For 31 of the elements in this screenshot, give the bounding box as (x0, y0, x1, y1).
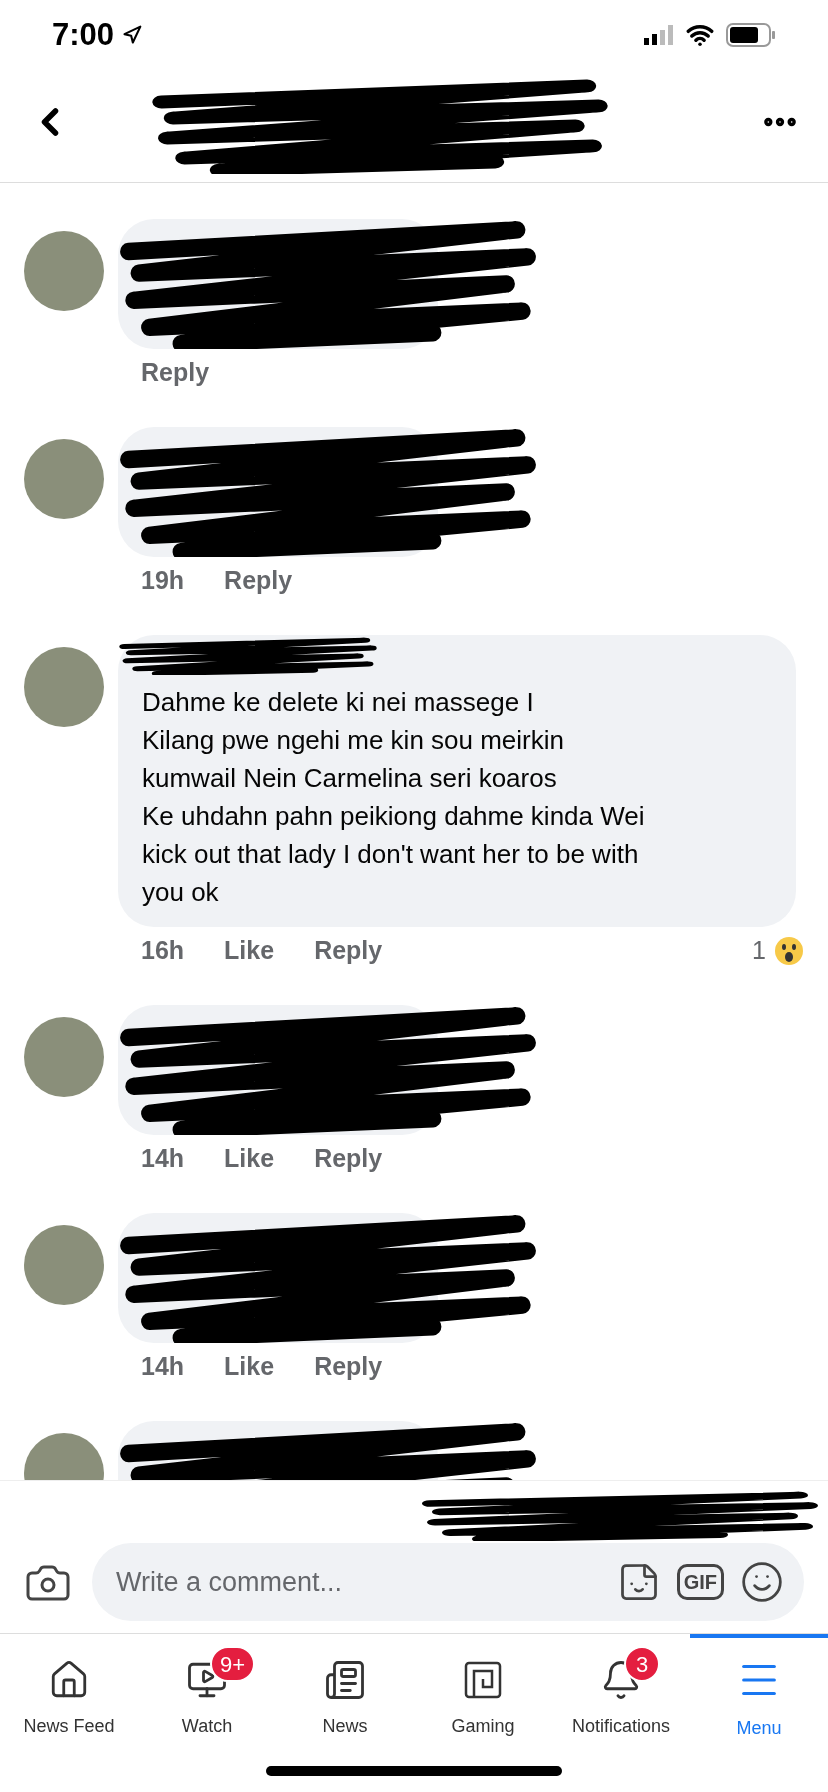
tab-label: News Feed (23, 1714, 115, 1738)
like-link[interactable]: Like (224, 1140, 275, 1178)
comment-text: Dahme ke delete ki nei massege I Kilang pwe ngehi me kin sou meirkin kumwail Nein Carmelina seri koaros Ke uhdahn pahn peikiong dahme kinda Wei kick out that lady I don't want her to be with you ok (142, 686, 646, 909)
status-time: 7:00 (52, 15, 115, 54)
reaction-count: 1 (752, 935, 766, 967)
tab-bar-item[interactable]: News Feed (0, 1634, 138, 1760)
notification-badge: 3 (624, 1646, 660, 1682)
comment-time: 14h (141, 1351, 185, 1383)
comment-input-field[interactable]: Write a comment... GIF (92, 1543, 804, 1621)
comment-time: 19h (141, 565, 185, 597)
tab-label: Gaming (451, 1714, 515, 1738)
tab-label: Watch (181, 1714, 233, 1738)
reply-link[interactable]: Reply (314, 932, 383, 970)
comment-time: 16h (141, 935, 185, 967)
reply-link[interactable]: Reply (224, 562, 293, 600)
reply-link[interactable]: Reply (141, 354, 210, 392)
reply-link[interactable]: Reply (314, 1348, 383, 1386)
like-link[interactable]: Like (224, 932, 275, 970)
tab-bar-item[interactable]: Gaming (414, 1634, 552, 1760)
gif-button[interactable]: GIF (676, 1564, 724, 1600)
tab-bar-item[interactable]: Notifications 3 (552, 1634, 690, 1760)
tab-label: News (322, 1714, 368, 1738)
tab-bar-item[interactable]: Watch 9+ (138, 1634, 276, 1760)
like-link[interactable]: Like (224, 1348, 275, 1386)
tab-bar-item[interactable]: News (276, 1634, 414, 1760)
tab-label: Menu (736, 1716, 782, 1740)
tab-bar-item[interactable]: Menu (690, 1634, 828, 1760)
comment-time: 14h (141, 1143, 185, 1175)
notification-badge: 9+ (210, 1646, 256, 1682)
reply-link[interactable]: Reply (314, 1140, 383, 1178)
tab-label: Notifications (571, 1714, 670, 1738)
